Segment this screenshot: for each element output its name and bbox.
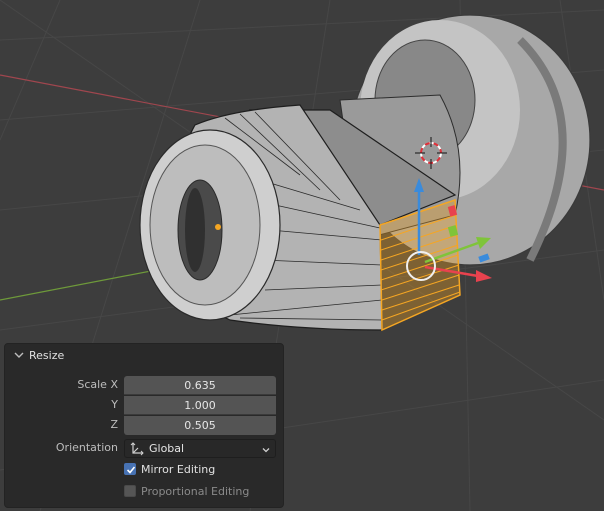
redo-panel-header[interactable]: Resize — [5, 344, 283, 366]
scale-y-label: Y — [111, 398, 118, 411]
proportional-editing-label: Proportional Editing — [141, 484, 250, 498]
orientation-label: Orientation — [55, 441, 118, 454]
mirror-editing-checkbox[interactable] — [124, 463, 136, 475]
orientation-dropdown[interactable]: Global — [124, 439, 276, 458]
scale-z-label: Z — [110, 418, 118, 431]
scale-x-label: Scale X — [77, 378, 118, 391]
chevron-down-icon[interactable] — [13, 349, 25, 361]
object-origin-dot — [215, 224, 221, 230]
mirror-editing-label: Mirror Editing — [141, 462, 216, 476]
proportional-editing-row[interactable]: Proportional Editing — [124, 483, 249, 499]
dropdown-chevron-icon — [261, 443, 271, 453]
mirror-editing-row[interactable]: Mirror Editing — [124, 461, 215, 477]
scale-y-field[interactable]: 1.000 — [124, 396, 276, 415]
scale-z-field[interactable]: 0.505 — [124, 416, 276, 435]
gizmo-x-handle[interactable] — [476, 270, 492, 282]
mesh-front-ring[interactable] — [139, 129, 281, 321]
scale-x-field[interactable]: 0.635 — [124, 376, 276, 395]
redo-panel-title: Resize — [29, 348, 65, 362]
global-orientation-icon — [130, 442, 144, 456]
proportional-editing-checkbox[interactable] — [124, 485, 136, 497]
redo-panel: Resize Scale X 0.635 Y 1.000 Z 0.505 Ori… — [4, 343, 284, 508]
orientation-value: Global — [149, 442, 185, 455]
